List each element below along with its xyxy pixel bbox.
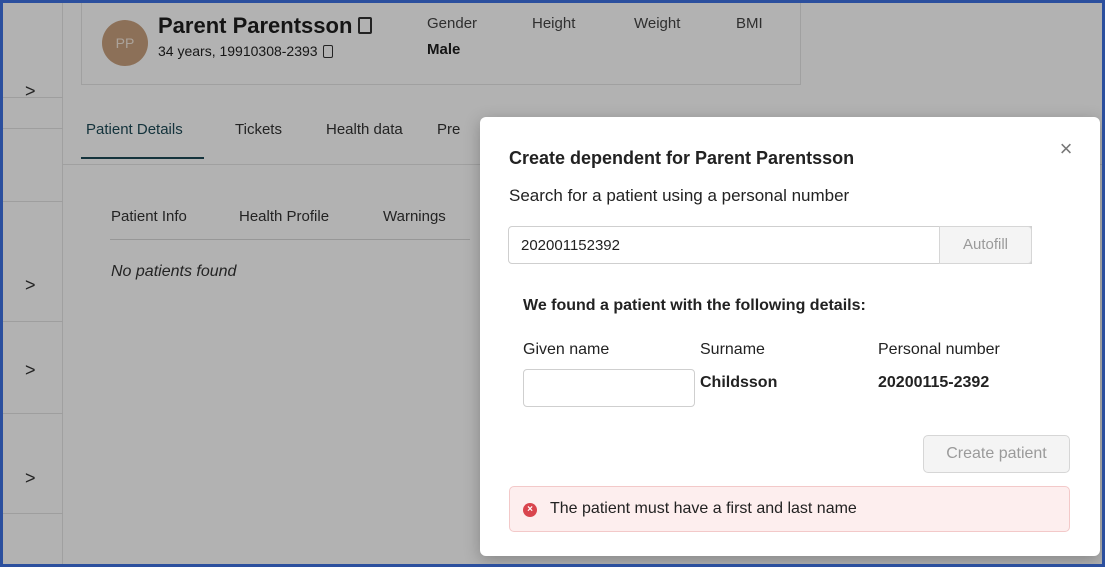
modal-title: Create dependent for Parent Parentsson: [509, 148, 855, 168]
error-alert: × The patient must have a first and last…: [509, 486, 1070, 532]
app-frame: > > > > PP Parent Parentsson 34 years, 1…: [0, 0, 1105, 567]
personal-number-value: 20200115-2392: [878, 374, 990, 391]
create-dependent-modal: Create dependent for Parent Parentsson ×…: [480, 117, 1100, 556]
error-message: The patient must have a first and last n…: [550, 500, 857, 517]
error-icon: ×: [523, 503, 537, 517]
autofill-button[interactable]: Autofill: [939, 226, 1032, 264]
given-name-label: Given name: [523, 341, 610, 358]
create-patient-button[interactable]: Create patient: [923, 435, 1070, 473]
personal-number-label: Personal number: [878, 341, 1000, 358]
modal-subtitle: Search for a patient using a personal nu…: [509, 186, 850, 205]
found-patient-text: We found a patient with the following de…: [523, 297, 866, 314]
surname-label: Surname: [700, 341, 765, 358]
close-icon[interactable]: ×: [1056, 138, 1076, 160]
given-name-input[interactable]: [523, 369, 695, 407]
surname-value: Childsson: [700, 374, 778, 391]
